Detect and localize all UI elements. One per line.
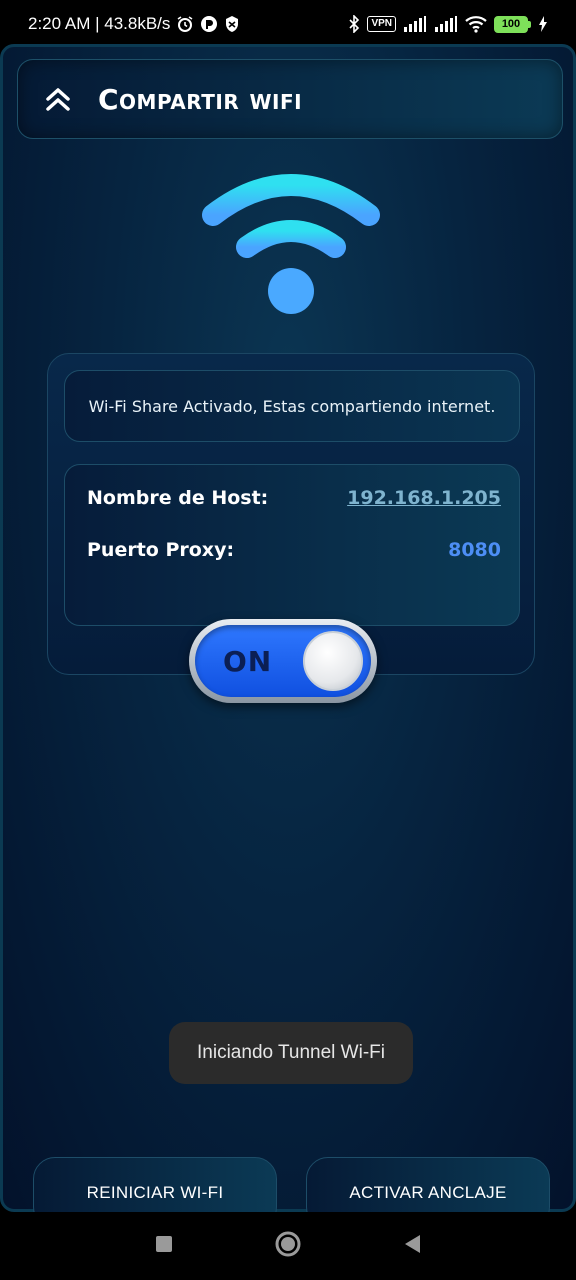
toggle-track: ON [195, 625, 371, 697]
square-icon[interactable] [154, 1234, 174, 1259]
page-title: Compartir wifi [98, 82, 303, 116]
connection-info: Nombre de Host: 192.168.1.205 Puerto Pro… [64, 464, 520, 626]
host-label: Nombre de Host: [87, 487, 269, 509]
wifi-status-icon [465, 15, 487, 33]
bluetooth-icon [348, 15, 360, 33]
battery-level: 100 [494, 15, 528, 33]
share-toggle[interactable]: ON [189, 619, 377, 703]
signal-icon-2 [434, 16, 458, 32]
toggle-knob [303, 631, 363, 691]
port-label: Puerto Proxy: [87, 539, 235, 561]
toast-message: Iniciando Tunnel Wi-Fi [169, 1022, 413, 1084]
signal-icon [403, 16, 427, 32]
port-row: Puerto Proxy: 8080 [87, 539, 501, 561]
port-value: 8080 [448, 539, 501, 561]
host-value-link[interactable]: 192.168.1.205 [347, 487, 501, 509]
circle-icon[interactable] [274, 1230, 302, 1263]
system-nav-bar [0, 1212, 576, 1280]
triangle-back-icon[interactable] [402, 1233, 422, 1260]
status-right: VPN 100 [348, 15, 548, 33]
shield-icon [224, 15, 240, 33]
collapse-button[interactable] [18, 59, 98, 139]
wifi-icon [202, 174, 380, 314]
header-bar: Compartir wifi [17, 59, 563, 139]
status-left: 2:20 AM | 43.8kB/s [28, 14, 240, 34]
toggle-label: ON [223, 644, 273, 678]
double-chevron-up-icon [46, 88, 70, 111]
app-notification-icon [200, 15, 218, 33]
host-row: Nombre de Host: 192.168.1.205 [87, 487, 501, 509]
battery-icon: 100 [494, 15, 531, 33]
charging-icon [538, 16, 548, 32]
app-surface: Compartir wifi Wi-Fi Share Activado, Est… [0, 44, 576, 1229]
status-time-speed: 2:20 AM | 43.8kB/s [28, 14, 171, 33]
status-bar: 2:20 AM | 43.8kB/s VPN 100 [0, 0, 576, 48]
status-message: Wi-Fi Share Activado, Estas compartiendo… [64, 370, 520, 442]
vpn-badge: VPN [367, 16, 396, 32]
alarm-icon [176, 15, 194, 33]
